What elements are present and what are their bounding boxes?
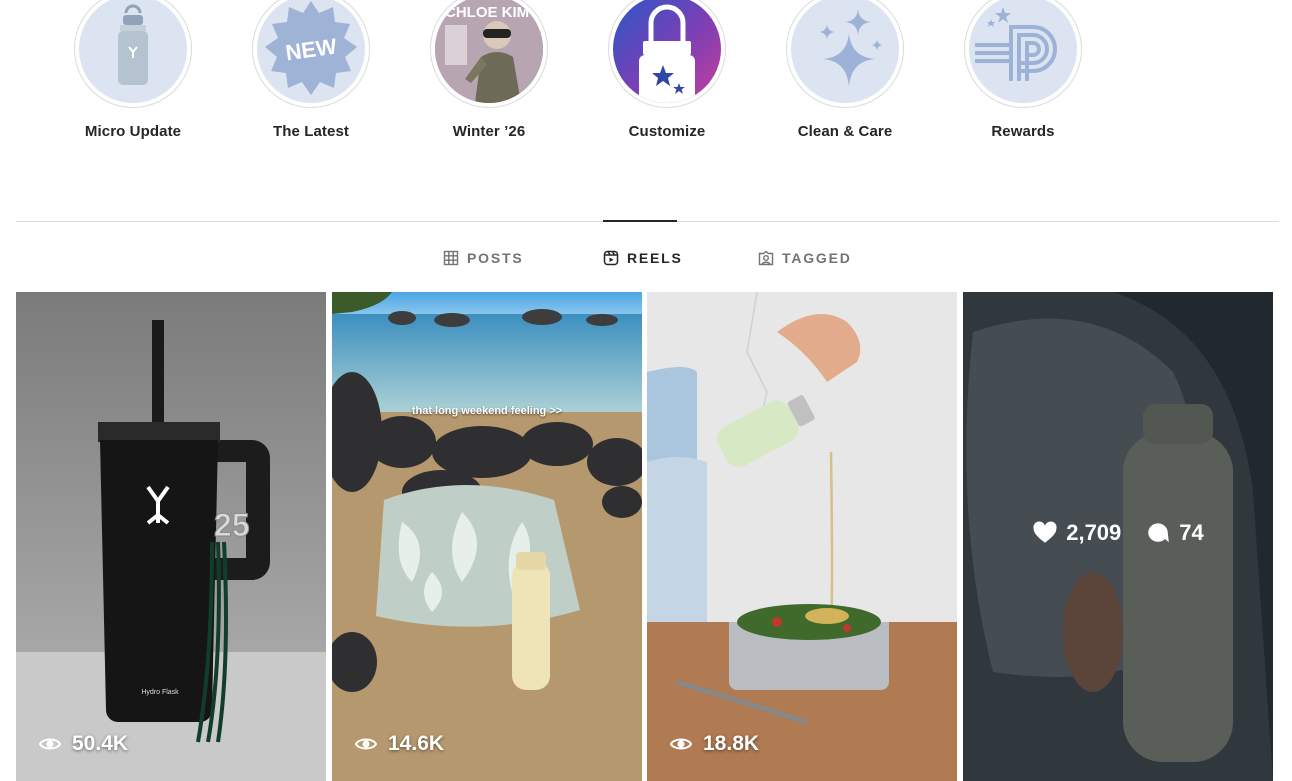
tab-posts[interactable]: POSTS [443, 248, 523, 268]
eye-icon [354, 738, 378, 750]
reel-tile[interactable]: that long weekend feeling >> 14.6K [332, 292, 642, 781]
like-count: 2,709 [1066, 520, 1122, 545]
sparkle-icon [820, 9, 882, 87]
highlight-ring: CHLOE KIM [430, 0, 548, 108]
reel-tile[interactable]: Hydro Flask 25 50.4K [16, 292, 326, 781]
highlight-micro-update[interactable]: Micro Update [63, 0, 203, 140]
highlight-ring [964, 0, 1082, 108]
like-stat: 2,709 [1032, 520, 1121, 546]
view-count: 50.4K [38, 732, 128, 756]
comment-stat: 74 [1145, 520, 1204, 546]
highlight-winter-26[interactable]: CHLOE KIM Winter ’26 [419, 0, 559, 140]
highlight-ring [74, 0, 192, 108]
story-highlights: Micro Update NEW The Latest CHLOE KIM Wi… [0, 0, 1292, 160]
snowboarder-photo: CHLOE KIM [435, 0, 543, 103]
highlight-customize[interactable]: Customize [597, 0, 737, 140]
reel-thumbnail [647, 292, 957, 781]
comment-icon [1148, 523, 1170, 543]
bottle-brand-text: Hydro Flask [141, 689, 179, 696]
grid-icon [443, 250, 459, 266]
reel-thumbnail [332, 292, 642, 781]
highlight-ring: NEW [252, 0, 370, 108]
reel-tile[interactable]: 18.8K [647, 292, 957, 781]
cover-text: CHLOE KIM [445, 4, 529, 21]
eye-icon [38, 738, 62, 750]
highlight-the-latest[interactable]: NEW The Latest [241, 0, 381, 140]
highlight-label: Winter ’26 [452, 123, 526, 140]
view-count: 18.8K [669, 732, 759, 756]
reel-tile[interactable]: 2,709 74 [963, 292, 1273, 781]
highlight-label: Rewards [991, 123, 1055, 140]
highlight-label: The Latest [272, 123, 349, 140]
highlight-label: Customize [628, 123, 706, 140]
hover-stats: 2,709 74 [963, 520, 1273, 546]
highlight-label: Micro Update [84, 123, 182, 140]
active-tab-indicator [603, 220, 677, 222]
tab-label: TAGGED [782, 250, 852, 266]
tab-tagged[interactable]: TAGGED [758, 248, 852, 268]
heart-icon [1033, 521, 1057, 543]
view-count: 14.6K [354, 732, 444, 756]
highlight-rewards[interactable]: Rewards [953, 0, 1093, 140]
eye-icon [669, 738, 693, 750]
reel-caption-overlay: that long weekend feeling >> [411, 405, 563, 417]
view-count-text: 14.6K [388, 732, 445, 755]
tagged-icon [758, 250, 774, 266]
highlight-clean-care[interactable]: Clean & Care [775, 0, 915, 140]
view-count-text: 18.8K [703, 732, 760, 755]
bottle-icon [118, 4, 148, 85]
reel-thumbnail: Hydro Flask 25 [16, 292, 326, 781]
custom-bottle-icon [639, 4, 695, 103]
new-badge-icon: NEW [265, 1, 357, 95]
highlight-label: Clean & Care [797, 123, 893, 140]
view-count-text: 50.4K [72, 732, 129, 755]
tab-label: REELS [627, 250, 683, 266]
tab-reels[interactable]: REELS [603, 248, 683, 268]
reels-icon [603, 250, 619, 266]
tab-label: POSTS [467, 250, 524, 266]
charm-text: 25 [214, 507, 250, 543]
rewards-logo-icon [975, 7, 1057, 81]
highlight-ring [608, 0, 726, 108]
comment-count: 74 [1179, 520, 1204, 545]
highlight-ring [786, 0, 904, 108]
